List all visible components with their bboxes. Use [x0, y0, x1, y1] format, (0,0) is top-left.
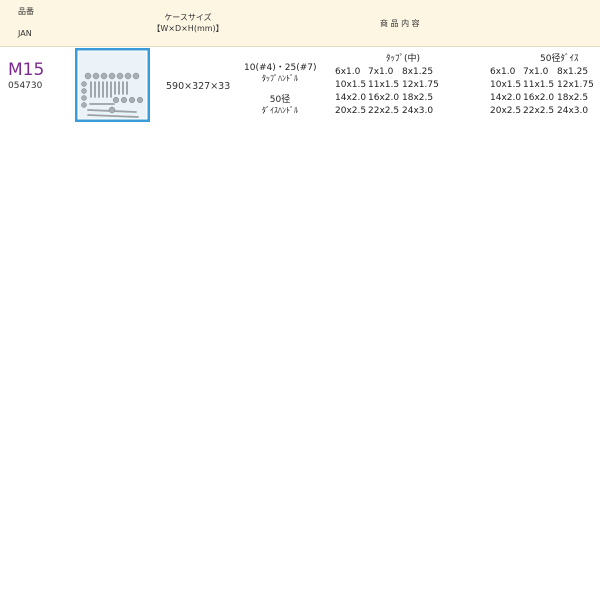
taps-size-cell: 12x1.75 [402, 80, 439, 90]
header-jan: JAN [18, 29, 32, 38]
dies-grid: 6x1.0 7x1.0 8x1.25 10x1.5 11x1.5 12x1.75 14x2.… [490, 67, 594, 116]
product-photo [75, 48, 150, 122]
taps-size-cell: 16x2.0 [368, 93, 400, 103]
header-hinban: 品番 [18, 7, 34, 16]
taps-heading: ﾀｯﾌﾟ(中) [386, 54, 421, 64]
dies-size-cell: 8x1.25 [557, 67, 589, 77]
taps-grid: 6x1.0 7x1.0 8x1.25 10x1.5 11x1.5 12x1.75 14x2.… [335, 67, 439, 116]
dies-size-cell: 18x2.5 [557, 93, 589, 103]
product-jan: 054730 [8, 81, 43, 91]
dies-size-cell: 20x2.5 [490, 106, 522, 116]
taps-size-cell: 7x1.0 [368, 67, 394, 77]
taps-size-cell: 10x1.5 [335, 80, 367, 90]
dies-size-cell: 14x2.0 [490, 93, 522, 103]
taps-size-cell: 18x2.5 [402, 93, 434, 103]
product-code: M15 [8, 60, 45, 80]
dies-size-cell: 24x3.0 [557, 106, 589, 116]
taps-size-cell: 6x1.0 [335, 67, 361, 77]
dies-size-cell: 16x2.0 [523, 93, 555, 103]
die-handle-size: 50径 [269, 95, 291, 105]
header-case-size-line2: 【W×D×H(mm)】 [152, 24, 224, 33]
tap-handle-size: 10(#4)・25(#7) [244, 63, 317, 73]
header-contents: 商 品 内 容 [380, 19, 420, 28]
taps-size-cell: 14x2.0 [335, 93, 367, 103]
taps-size-cell: 8x1.25 [402, 67, 434, 77]
taps-size-cell: 22x2.5 [368, 106, 400, 116]
header-case-size: ケースサイズ 【W×D×H(mm)】 [150, 12, 226, 34]
dies-size-cell: 7x1.0 [523, 67, 549, 77]
header-case-size-line1: ケースサイズ [164, 13, 212, 22]
dies-size-cell: 10x1.5 [490, 80, 522, 90]
dies-size-cell: 6x1.0 [490, 67, 516, 77]
handles-block: 10(#4)・25(#7) ﾀｯﾌﾟﾊﾝﾄﾞﾙ 50径 ﾀﾞｲｽﾊﾝﾄﾞﾙ [244, 60, 316, 116]
die-handle-label: ﾀﾞｲｽﾊﾝﾄﾞﾙ [262, 106, 298, 115]
tap-handle-label: ﾀｯﾌﾟﾊﾝﾄﾞﾙ [262, 74, 298, 83]
dies-heading: 50径ﾀﾞｲｽ [540, 54, 579, 64]
table-header [0, 0, 600, 47]
dies-size-cell: 22x2.5 [523, 106, 555, 116]
dies-size-cell: 11x1.5 [523, 80, 555, 90]
product-dimensions: 590×327×33 [166, 81, 231, 92]
taps-size-cell: 11x1.5 [368, 80, 400, 90]
taps-size-cell: 20x2.5 [335, 106, 367, 116]
dies-size-cell: 12x1.75 [557, 80, 594, 90]
die-handle-hub [108, 106, 116, 114]
taps-size-cell: 24x3.0 [402, 106, 434, 116]
